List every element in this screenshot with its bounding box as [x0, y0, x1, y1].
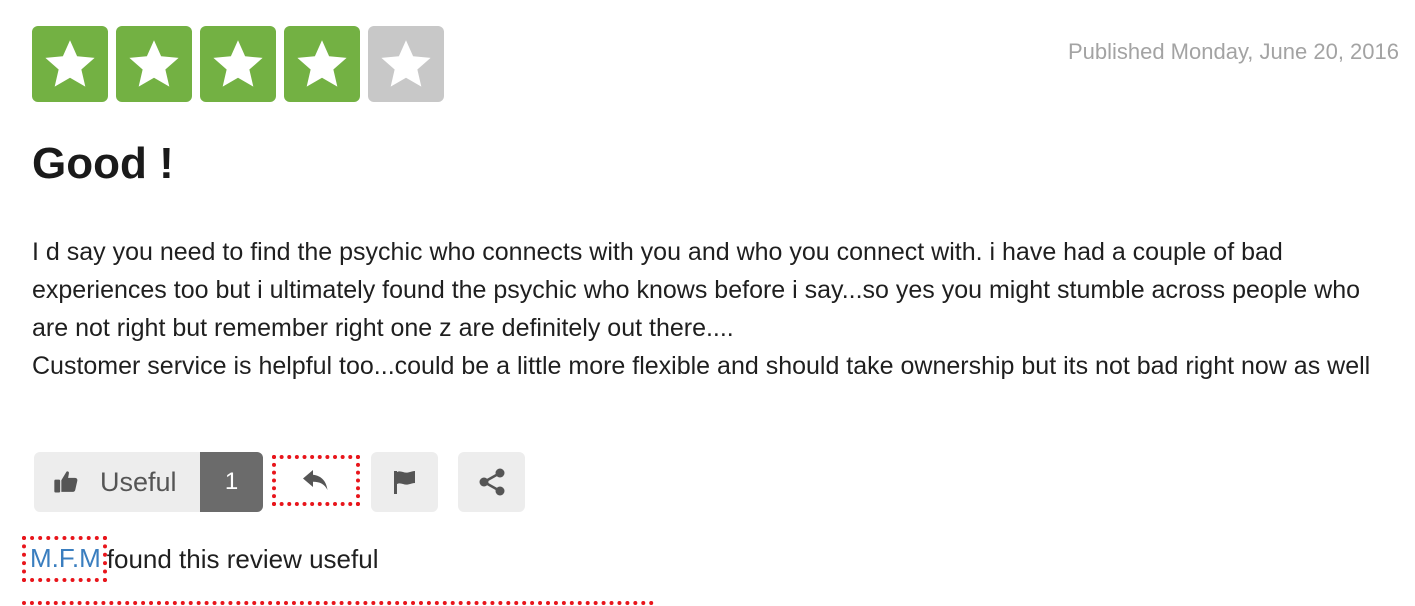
found-useful-line: M.F.M found this review useful [22, 536, 378, 582]
star-icon [297, 40, 347, 87]
star-icon [213, 40, 263, 87]
star-5 [368, 26, 444, 102]
found-useful-text: found this review useful [106, 543, 379, 574]
flag-icon [393, 471, 415, 494]
review-title: Good ! [32, 139, 174, 188]
star-2 [116, 26, 192, 102]
review-card: Published Monday, June 20, 2016 Good ! I… [0, 0, 1415, 606]
highlight-line [22, 601, 654, 605]
star-rating [32, 26, 444, 102]
flag-button[interactable] [371, 452, 438, 512]
thumbs-up-icon [54, 471, 78, 493]
reply-icon [303, 469, 328, 490]
review-paragraph: I d say you need to find the psychic who… [32, 238, 1361, 342]
published-date: Published Monday, June 20, 2016 [1067, 39, 1399, 64]
star-1 [32, 26, 108, 102]
star-icon [45, 40, 95, 87]
share-button[interactable] [458, 452, 525, 512]
share-icon [479, 468, 504, 496]
useful-main[interactable]: Useful [34, 452, 200, 512]
useful-button[interactable]: Useful 1 [34, 452, 263, 512]
star-icon [381, 40, 431, 87]
useful-label: Useful [100, 466, 177, 497]
reply-button[interactable] [272, 455, 360, 506]
user-link[interactable]: M.F.M [22, 536, 107, 582]
star-icon [129, 40, 179, 87]
review-paragraph: Customer service is helpful too...could … [32, 352, 1371, 380]
star-4 [284, 26, 360, 102]
useful-count: 1 [200, 452, 263, 512]
review-body: I d say you need to find the psychic who… [32, 233, 1397, 385]
star-3 [200, 26, 276, 102]
